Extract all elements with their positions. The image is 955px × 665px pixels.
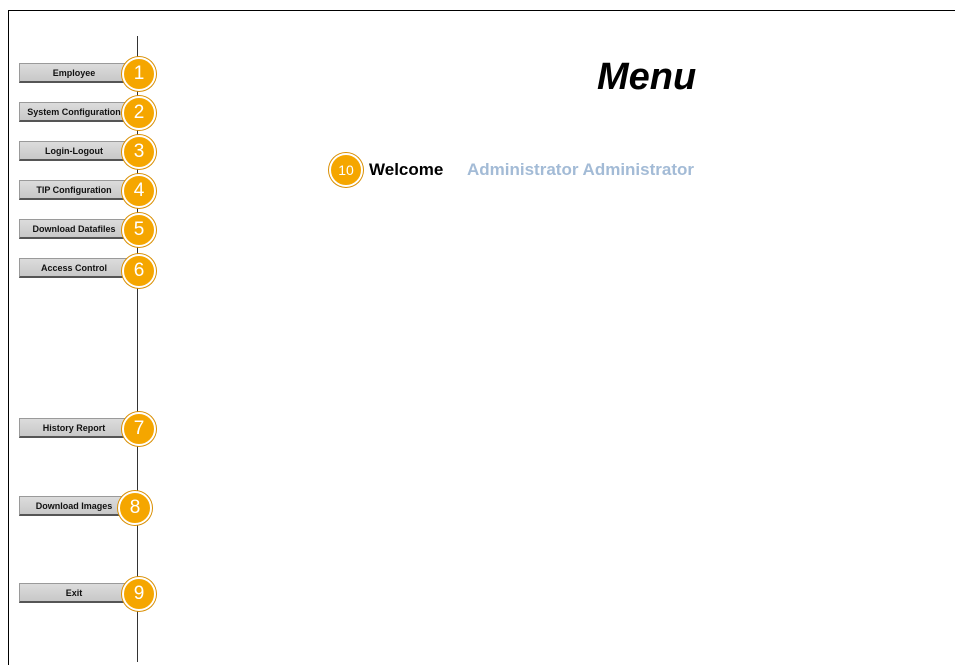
step-badge-5: 5 bbox=[122, 213, 156, 247]
step-badge-6: 6 bbox=[122, 254, 156, 288]
step-badge-2: 2 bbox=[122, 96, 156, 130]
system-configuration-button[interactable]: System Configuration bbox=[19, 102, 130, 122]
download-datafiles-button[interactable]: Download Datafiles bbox=[19, 219, 130, 239]
welcome-label: Welcome bbox=[369, 160, 444, 179]
step-badge-10: 10 bbox=[329, 153, 363, 187]
employee-button[interactable]: Employee bbox=[19, 63, 130, 83]
access-control-button[interactable]: Access Control bbox=[19, 258, 130, 278]
step-badge-3: 3 bbox=[122, 135, 156, 169]
step-badge-9: 9 bbox=[122, 577, 156, 611]
tip-configuration-button[interactable]: TIP Configuration bbox=[19, 180, 130, 200]
step-badge-7: 7 bbox=[122, 412, 156, 446]
step-badge-8: 8 bbox=[118, 491, 152, 525]
login-logout-button[interactable]: Login-Logout bbox=[19, 141, 130, 161]
page-title: Menu bbox=[597, 56, 697, 98]
step-badge-1: 1 bbox=[122, 57, 156, 91]
history-report-button[interactable]: History Report bbox=[19, 418, 130, 438]
download-images-button[interactable]: Download Images bbox=[19, 496, 130, 516]
exit-button[interactable]: Exit bbox=[19, 583, 130, 603]
step-badge-4: 4 bbox=[122, 174, 156, 208]
user-name: Administrator Administrator bbox=[467, 160, 695, 179]
